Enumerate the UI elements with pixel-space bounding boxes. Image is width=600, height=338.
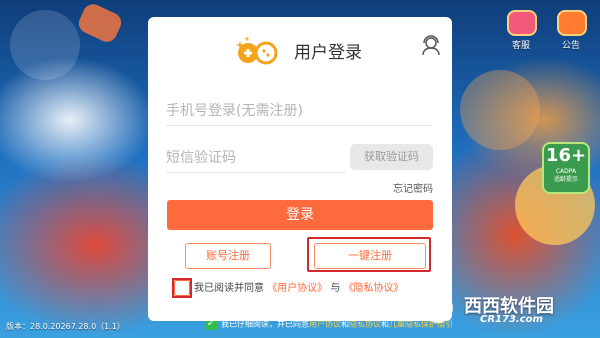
- notice-button[interactable]: 公告: [557, 10, 587, 51]
- agreement-checkbox[interactable]: [174, 280, 190, 296]
- notice-label: 公告: [561, 41, 580, 51]
- version-label: 版本：28.0.20267.28.0（1.1）: [6, 322, 125, 331]
- sms-code-input[interactable]: [166, 144, 346, 173]
- forgot-password-link[interactable]: 忘记密码: [393, 180, 433, 195]
- login-button[interactable]: 登录: [167, 200, 433, 230]
- customer-service-button[interactable]: 客服: [507, 10, 537, 51]
- age-rating-badge[interactable]: 16+ CADPA 适龄提示: [542, 142, 590, 194]
- phone-input[interactable]: [166, 97, 432, 126]
- agreement-prefix: 我已阅读并同意: [194, 283, 264, 294]
- onekey-register-button[interactable]: 一键注册: [314, 243, 426, 269]
- support-agent-icon[interactable]: [420, 34, 442, 56]
- age-rating-value: 16+: [545, 145, 587, 166]
- age-rating-cadpa: CADPA: [555, 168, 577, 175]
- dialog-header: 用户登录: [148, 17, 452, 77]
- watermark-url: CR173.com: [480, 314, 543, 325]
- megaphone-icon: [557, 10, 587, 36]
- get-code-button[interactable]: 获取验证码: [350, 144, 433, 170]
- dialog-title: 用户登录: [294, 43, 362, 63]
- agreement-row: 我已阅读并同意 《用户协议》 与 《隐私协议》: [174, 279, 444, 297]
- login-dialog: 用户登录 获取验证码 忘记密码 登录 账号注册 一键注册 我已阅读并同意 《用户…: [148, 17, 452, 321]
- age-rating-text: 适龄提示: [553, 176, 578, 183]
- gamepad-icon: [236, 36, 278, 65]
- customer-service-icon: [507, 10, 537, 36]
- account-register-button[interactable]: 账号注册: [185, 243, 271, 269]
- background-creature: [460, 70, 540, 150]
- agreement-and: 与: [330, 283, 341, 294]
- customer-service-label: 客服: [511, 41, 530, 51]
- privacy-policy-link[interactable]: 《隐私协议》: [344, 283, 404, 294]
- background-cloud: [10, 10, 80, 80]
- user-agreement-link[interactable]: 《用户协议》: [267, 283, 327, 294]
